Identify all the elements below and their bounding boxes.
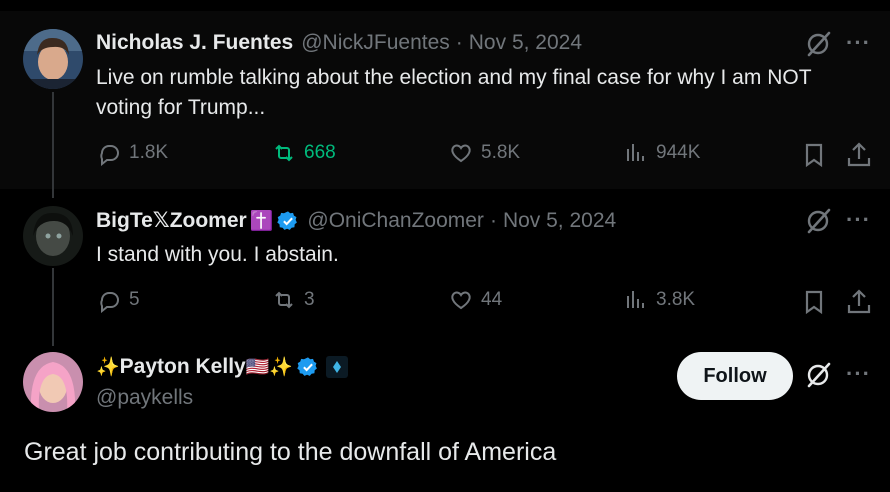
display-name[interactable]: Nicholas J. Fuentes [96,31,293,55]
affiliate-badge-icon[interactable] [325,355,349,379]
views-button[interactable]: 3.8K [623,287,695,313]
more-options-icon[interactable]: ··· [846,207,871,233]
heart-icon [451,144,471,163]
tweet-header: Nicholas J. Fuentes @NickJFuentes · Nov … [96,31,582,55]
display-name[interactable]: Payton Kelly [120,355,246,379]
reply-button[interactable]: 5 [96,287,140,313]
thread-line-2 [52,268,54,346]
avatar[interactable] [23,206,83,266]
reply-icon [100,145,119,166]
cross-emoji: ✝️ [249,210,274,232]
more-options-icon[interactable]: ··· [846,361,871,387]
flag-sparkles-emoji: 🇺🇸✨ [245,357,294,378]
share-icon[interactable] [845,288,873,316]
views-button[interactable]: 944K [623,140,700,166]
heart-icon [451,291,471,310]
tweet-date[interactable]: Nov 5, 2024 [503,209,616,233]
tweet-header: ✨ Payton Kelly 🇺🇸✨ [96,355,349,379]
user-handle[interactable]: @NickJFuentes [301,31,450,55]
like-button[interactable]: 5.8K [448,140,520,166]
tweet-text: I stand with you. I abstain. [96,243,339,266]
views-icon [627,291,644,308]
display-name[interactable]: BigTe𝕏Zoomer [96,208,247,233]
views-count: 944K [656,142,701,163]
like-button[interactable]: 44 [448,287,502,313]
like-count: 44 [481,289,503,310]
tweet-actions: 1.8K 668 5.8K 944K [96,140,886,170]
retweet-icon [275,291,293,309]
views-count: 3.8K [656,289,696,310]
views-icon [627,144,644,161]
follow-button[interactable]: Follow [677,352,793,400]
more-options-icon[interactable]: ··· [846,30,871,56]
share-icon[interactable] [845,141,873,169]
grok-icon[interactable] [804,207,832,235]
handle-row: @paykells [96,386,193,410]
separator-dot: · [489,208,497,232]
verified-badge-icon[interactable] [297,356,319,378]
user-handle[interactable]: @OniChanZoomer [307,209,484,233]
bookmark-icon[interactable] [800,288,828,316]
user-handle[interactable]: @paykells [96,386,193,410]
tweet-text: Great job contributing to the downfall o… [24,438,557,466]
grok-icon[interactable] [804,30,832,58]
retweet-button[interactable]: 3 [271,287,315,313]
tweet-header: BigTe𝕏Zoomer ✝️ @OniChanZoomer · Nov 5, … [96,208,616,233]
reply-count: 1.8K [129,142,169,163]
top-strip [0,0,890,11]
separator-dot: · [455,31,463,54]
reply-count: 5 [129,289,140,310]
like-count: 5.8K [481,142,521,163]
grok-icon[interactable] [804,361,832,389]
retweet-count: 668 [304,142,336,163]
retweet-count: 3 [304,289,315,310]
bookmark-icon[interactable] [800,141,828,169]
tweet-text: Live on rumble talking about the electio… [96,66,812,119]
tweet-actions: 5 3 44 3.8K [96,287,886,317]
thread-line-1 [52,92,54,198]
retweet-button[interactable]: 668 [271,140,336,166]
sparkles-emoji: ✨ [96,357,120,378]
reply-icon [100,292,119,313]
tweet-date[interactable]: Nov 5, 2024 [469,31,582,55]
avatar[interactable] [23,29,83,89]
reply-button[interactable]: 1.8K [96,140,168,166]
retweet-icon [275,144,293,162]
avatar[interactable] [23,352,83,412]
verified-badge-icon[interactable] [277,210,299,232]
